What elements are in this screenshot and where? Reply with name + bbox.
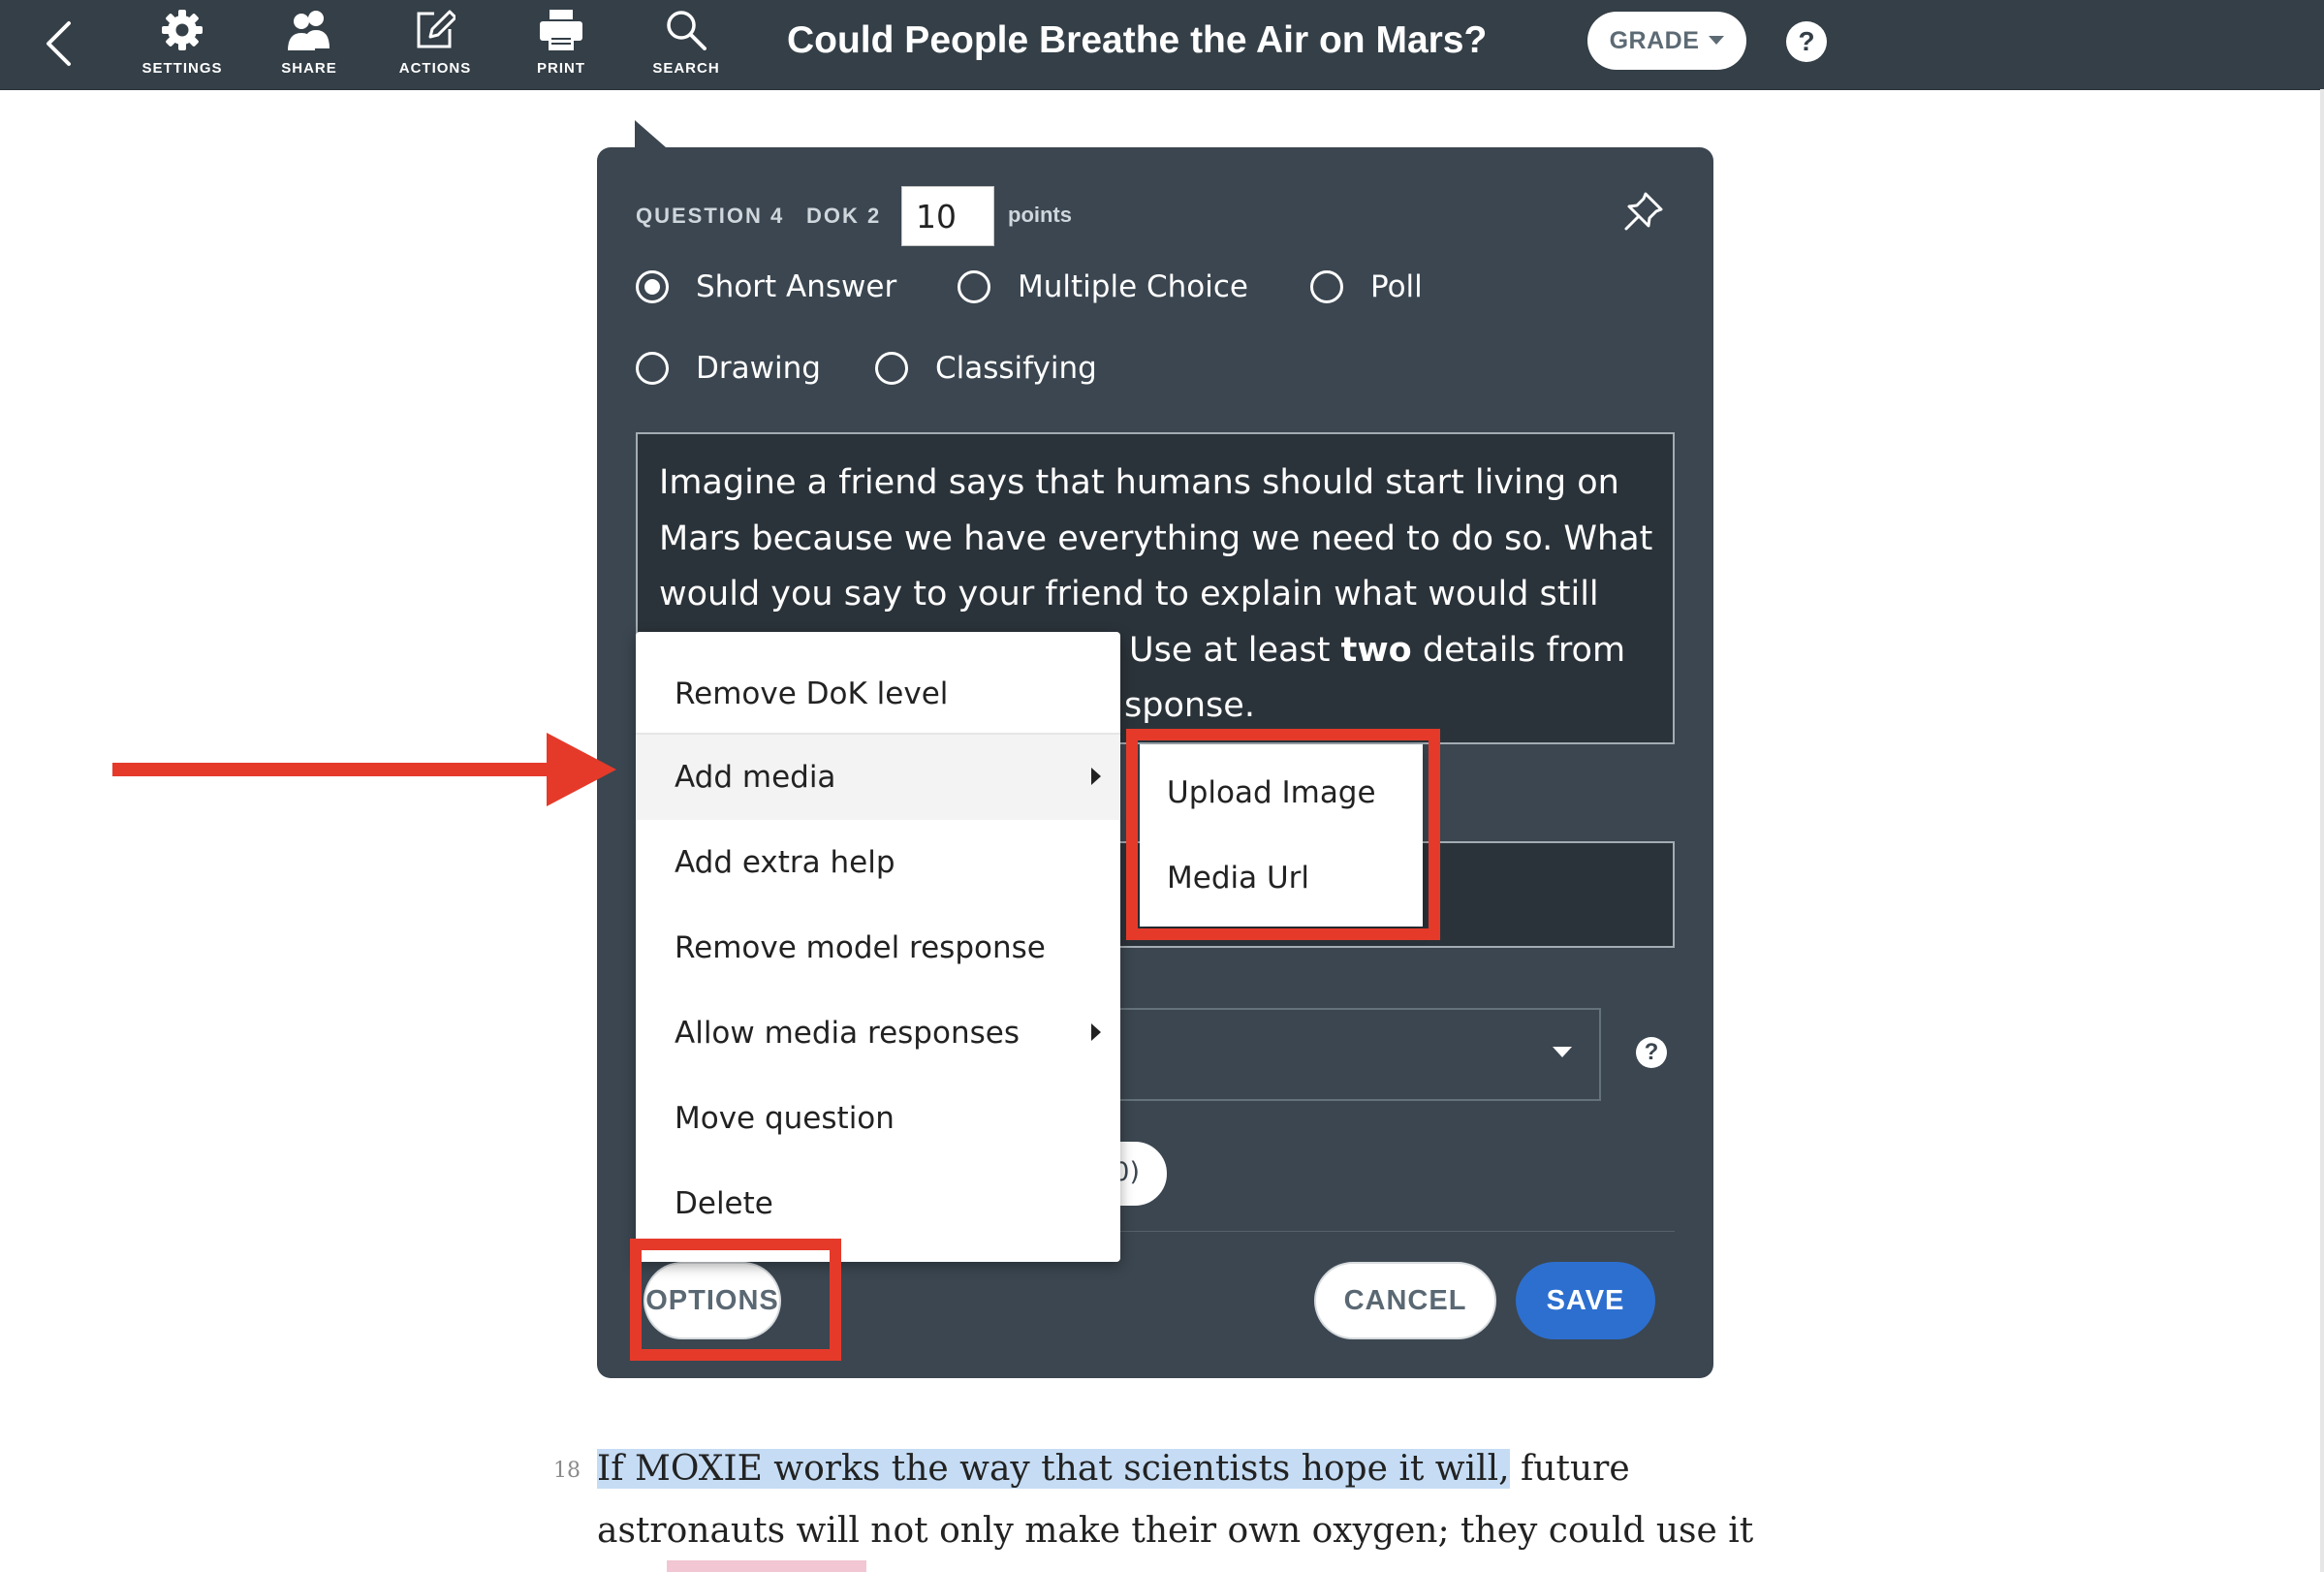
type-label: Short Answer <box>696 269 897 304</box>
points-label: points <box>1008 203 1072 227</box>
menu-item-allow-media-responses[interactable]: Allow media responses <box>636 990 1120 1076</box>
radio-icon <box>875 352 908 385</box>
radio-selected-icon <box>636 270 669 303</box>
gear-icon <box>162 10 203 50</box>
chevron-left-icon <box>47 21 71 66</box>
menu-item-label: Upload Image <box>1167 775 1376 810</box>
menu-item-label: Move question <box>675 1101 895 1136</box>
print-label: PRINT <box>537 60 585 77</box>
type-multiple-choice[interactable]: Multiple Choice <box>958 269 1248 304</box>
caret-right-icon <box>1091 1023 1101 1041</box>
share-button[interactable]: SHARE <box>246 0 372 89</box>
type-short-answer[interactable]: Short Answer <box>636 269 896 304</box>
grade-dropdown[interactable]: GRADE <box>1587 12 1746 70</box>
type-classifying[interactable]: Classifying <box>875 351 1097 386</box>
prompt-line: Imagine a friend says that humans should… <box>659 463 1619 502</box>
menu-item-media-url[interactable]: Media Url <box>1140 835 1423 921</box>
type-label: Drawing <box>696 351 821 386</box>
printer-icon <box>540 10 582 50</box>
pink-highlight-fragment[interactable] <box>667 1560 866 1572</box>
passage-line: astronauts will not only make their own … <box>597 1511 1754 1551</box>
pin-button[interactable] <box>1622 190 1665 233</box>
passage-line: If MOXIE works the way that scientists h… <box>597 1438 1721 1500</box>
add-media-submenu: Upload Image Media Url <box>1140 744 1423 927</box>
annotation-arrow-shaft <box>112 763 560 776</box>
menu-item-upload-image[interactable]: Upload Image <box>1140 750 1423 835</box>
radio-icon <box>958 270 990 303</box>
caret-down-icon <box>1553 1047 1572 1057</box>
passage-text: future <box>1509 1449 1630 1489</box>
menu-item-add-media[interactable]: Add media <box>636 735 1120 820</box>
menu-item-label: Media Url <box>1167 861 1310 896</box>
save-button[interactable]: SAVE <box>1516 1262 1655 1339</box>
radio-icon <box>1310 270 1343 303</box>
search-icon <box>667 11 707 50</box>
share-label: SHARE <box>281 60 337 77</box>
paragraph-number: 18 <box>553 1459 581 1483</box>
type-drawing[interactable]: Drawing <box>636 351 821 386</box>
menu-item-label: Remove model response <box>675 930 1046 965</box>
document-title: Could People Breathe the Air on Mars? <box>787 19 1488 61</box>
pin-icon <box>1624 192 1663 231</box>
back-button[interactable] <box>37 17 79 70</box>
caret-right-icon <box>1091 768 1101 785</box>
people-icon <box>288 11 330 50</box>
prompt-line: would you say to your friend to explain … <box>659 575 1599 613</box>
menu-item-label: Allow media responses <box>675 1016 1020 1051</box>
options-button[interactable]: OPTIONS <box>644 1262 781 1339</box>
prompt-line: Mars because we have everything we need … <box>659 519 1653 558</box>
points-input[interactable] <box>901 186 994 246</box>
menu-item-add-extra-help[interactable]: Add extra help <box>636 820 1120 905</box>
grade-label: GRADE <box>1609 26 1700 54</box>
menu-item-label: Add extra help <box>675 845 895 880</box>
type-poll[interactable]: Poll <box>1310 269 1423 304</box>
search-label: SEARCH <box>652 60 720 77</box>
settings-label: SETTINGS <box>141 60 223 77</box>
menu-item-move-question[interactable]: Move question <box>636 1076 1120 1161</box>
menu-item-remove-dok[interactable]: Remove DoK level <box>636 651 1120 737</box>
question-number: QUESTION 4 <box>636 204 785 228</box>
page-scrollbar[interactable] <box>2320 89 2324 1572</box>
help-icon[interactable]: ? <box>1636 1037 1667 1068</box>
menu-item-label: Add media <box>675 760 836 795</box>
actions-label: ACTIONS <box>398 60 472 77</box>
caret-down-icon <box>1709 36 1725 45</box>
type-label: Poll <box>1370 269 1423 304</box>
annotation-arrow-head <box>547 733 616 806</box>
actions-button[interactable]: ACTIONS <box>372 0 498 89</box>
cancel-button[interactable]: CANCEL <box>1314 1262 1496 1339</box>
dok-level: DOK 2 <box>806 204 882 228</box>
edit-icon <box>417 10 455 48</box>
prompt-text-fragment: Use at least <box>1129 630 1341 670</box>
top-toolbar: SETTINGS SHARE ACTIONS PRINT SEARCH Coul… <box>0 0 2324 90</box>
type-label: Multiple Choice <box>1018 269 1248 304</box>
search-button[interactable]: SEARCH <box>623 0 749 89</box>
menu-item-delete[interactable]: Delete <box>636 1161 1120 1246</box>
panel-pointer <box>635 120 666 147</box>
print-button[interactable]: PRINT <box>498 0 624 89</box>
prompt-text-fragment: details from <box>1411 630 1626 670</box>
menu-item-label: Delete <box>675 1186 773 1221</box>
type-label: Classifying <box>935 351 1097 386</box>
help-icon[interactable]: ? <box>1786 21 1827 62</box>
reading-passage: If MOXIE works the way that scientists h… <box>597 1438 1754 1562</box>
menu-item-label: Remove DoK level <box>675 676 949 711</box>
options-menu: Remove DoK level Add media Add extra hel… <box>636 632 1120 1262</box>
settings-button[interactable]: SETTINGS <box>119 0 245 89</box>
prompt-bold-word: two <box>1340 630 1412 670</box>
highlighted-text[interactable]: If MOXIE works the way that scientists h… <box>597 1449 1510 1489</box>
menu-item-remove-model-response[interactable]: Remove model response <box>636 905 1120 990</box>
radio-icon <box>636 352 669 385</box>
